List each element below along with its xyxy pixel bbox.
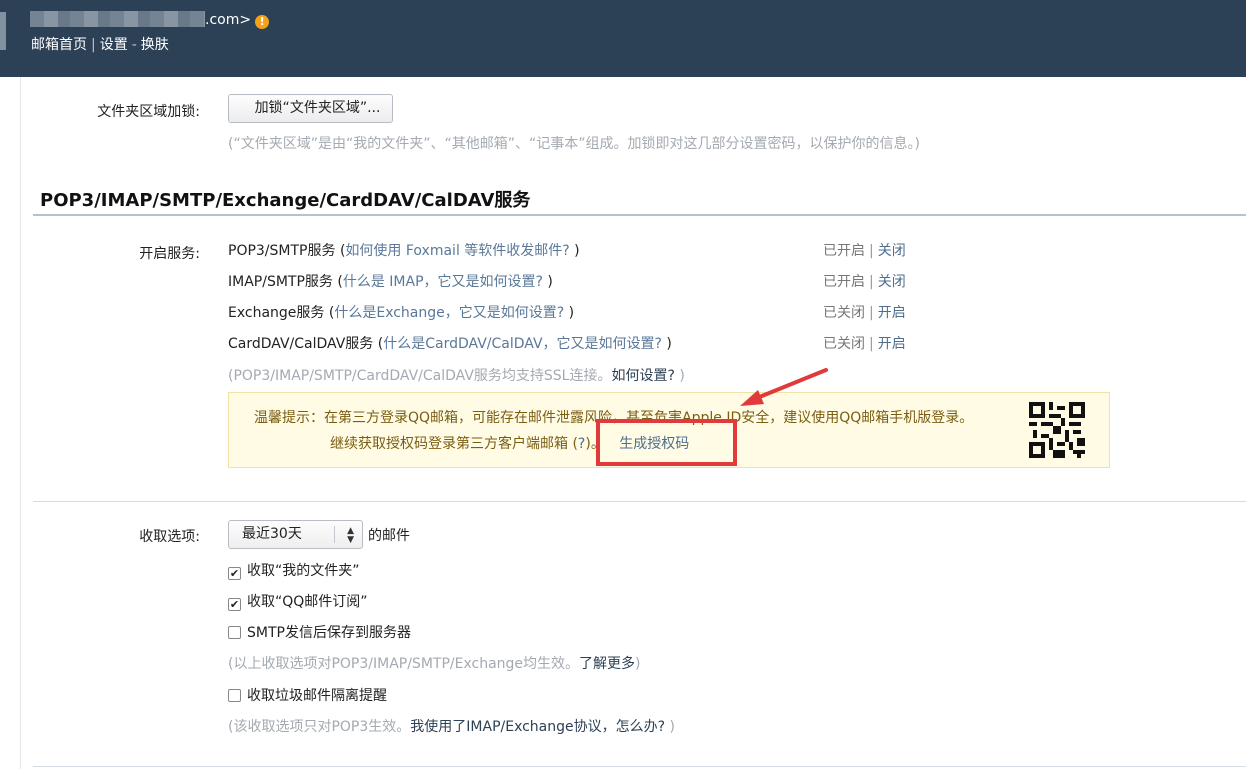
folder-lock-hint: (“文件夹区域”是由“我的文件夹”、“其他邮箱”、“记事本”组成。加锁即对这几部…	[228, 136, 920, 152]
section-divider-bottom	[33, 766, 1246, 767]
checkbox-qq-subscription[interactable]: ✔	[228, 598, 241, 611]
header-nav: 邮箱首页 | 设置 - 换肤	[31, 37, 169, 53]
select-arrows-icon: ▲ ▼	[347, 526, 354, 545]
pop3-toggle-link[interactable]: 关闭	[878, 243, 906, 259]
exchange-help-link[interactable]: 什么是Exchange，它又是如何设置?	[334, 305, 564, 321]
carddav-help-link[interactable]: 什么是CardDAV/CalDAV，它又是如何设置?	[383, 336, 662, 352]
section-divider-thin	[33, 501, 1246, 502]
imap-exchange-help-link[interactable]: 我使用了IMAP/Exchange协议，怎么办?	[410, 719, 665, 735]
receive-hint-2: (该收取选项只对POP3生效。我使用了IMAP/Exchange协议，怎么办? …	[228, 719, 675, 735]
skin-link[interactable]: 换肤	[141, 37, 169, 53]
checkbox-my-folders[interactable]: ✔	[228, 567, 241, 580]
ssl-hint: (POP3/IMAP/SMTP/CardDAV/CalDAV服务均支持SSL连接…	[228, 368, 685, 384]
warning-icon[interactable]: !	[255, 15, 270, 29]
receive-range-suffix: 的邮件	[368, 528, 410, 544]
masked-email	[30, 11, 205, 27]
top-header: .com>! 邮箱首页 | 设置 - 换肤	[0, 0, 1246, 77]
receive-options-label: 收取选项:	[139, 529, 200, 545]
service-status: 已开启	[823, 243, 865, 259]
option-my-folders[interactable]: ✔ 收取“我的文件夹”	[228, 560, 360, 580]
service-status: 已关闭	[823, 305, 865, 321]
account-email: .com>!	[30, 11, 270, 29]
folder-lock-button[interactable]: 加锁“文件夹区域”...	[228, 94, 393, 123]
section-divider	[33, 214, 1246, 216]
service-status: 已关闭	[823, 336, 865, 352]
service-row-imap: IMAP/SMTP服务 (什么是 IMAP，它又是如何设置? ) 已开启 | 关闭	[228, 274, 906, 290]
imap-toggle-link[interactable]: 关闭	[878, 274, 906, 290]
logo-fragment	[0, 12, 6, 50]
checkbox-smtp-save[interactable]	[228, 626, 241, 639]
option-junk-reminder[interactable]: 收取垃圾邮件隔离提醒	[228, 685, 387, 705]
service-row-exchange: Exchange服务 (什么是Exchange，它又是如何设置? ) 已关闭 | 开…	[228, 305, 906, 321]
carddav-toggle-link[interactable]: 开启	[878, 336, 906, 352]
checkbox-junk-reminder[interactable]	[228, 689, 241, 702]
exchange-toggle-link[interactable]: 开启	[878, 305, 906, 321]
imap-help-link[interactable]: 什么是 IMAP，它又是如何设置?	[343, 274, 543, 290]
option-qq-subscription[interactable]: ✔ 收取“QQ邮件订阅”	[228, 591, 368, 611]
folder-lock-label: 文件夹区域加锁:	[97, 104, 200, 120]
learn-more-link[interactable]: 了解更多	[579, 656, 635, 672]
receive-range-select[interactable]: 最近30天 ▲ ▼	[228, 520, 363, 549]
service-status: 已开启	[823, 274, 865, 290]
receive-hint-1: (以上收取选项对POP3/IMAP/SMTP/Exchange均生效。了解更多)	[228, 656, 641, 672]
settings-link[interactable]: 设置	[100, 37, 128, 53]
service-row-pop3: POP3/SMTP服务 (如何使用 Foxmail 等软件收发邮件? ) 已开启…	[228, 243, 906, 259]
content-left-border	[20, 77, 21, 769]
services-section-title: POP3/IMAP/SMTP/Exchange/CardDAV/CalDAV服务	[40, 190, 531, 211]
highlight-rectangle-annotation	[596, 419, 737, 466]
services-label: 开启服务:	[139, 246, 200, 262]
mail-home-link[interactable]: 邮箱首页	[31, 37, 87, 53]
ssl-howto-link[interactable]: 如何设置?	[611, 368, 674, 384]
qr-code-icon	[1029, 402, 1085, 458]
service-row-carddav: CardDAV/CalDAV服务 (什么是CardDAV/CalDAV，它又是如…	[228, 336, 906, 352]
pop3-help-link[interactable]: 如何使用 Foxmail 等软件收发邮件?	[345, 243, 569, 259]
option-smtp-save[interactable]: SMTP发信后保存到服务器	[228, 622, 411, 642]
